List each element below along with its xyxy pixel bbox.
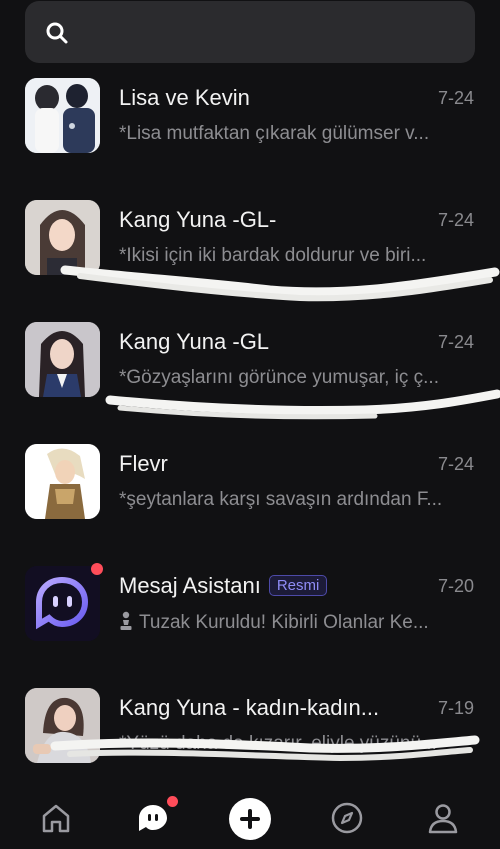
tab-explore[interactable] [329,800,365,836]
tab-home[interactable] [38,800,74,836]
assistant-logo-icon [25,566,100,641]
conversation-preview: *Ikisi için iki bardak doldurur ve biri.… [119,245,427,266]
conversation-date: 7-19 [437,698,474,718]
avatar [25,566,100,641]
conversation-name: Kang Yuna -GL- [119,207,277,232]
conversation-item[interactable]: Lisa ve Kevin 7-24 *Lisa mutfaktan çıkar… [0,78,500,188]
conversation-item[interactable]: Flevr 7-24 *şeytanlara karşı savaşın ard… [0,444,500,554]
avatar [25,444,100,519]
unread-dot [167,796,178,807]
explore-icon [331,802,363,834]
conversation-item[interactable]: Mesaj Asistanı Resmi 7-20 Tuzak Kuruldu! … [0,563,500,676]
search-icon [46,22,68,44]
chat-icon [139,805,167,831]
conversation-preview: *Yüzü daha da kızarır, eliyle yüzünü... [119,733,437,754]
tab-profile[interactable] [425,800,461,836]
profile-icon [428,804,458,834]
chess-pawn-icon [120,611,132,630]
avatar [25,200,100,275]
conversation-preview: *Gözyaşlarını görünce yumuşar, iç ç... [119,367,439,388]
conversation-item[interactable]: Kang Yuna -GL 7-24 *Gözyaşlarını görünce… [0,322,500,432]
conversation-preview: Tuzak Kuruldu! Kibirli Olanlar Ke... [119,611,469,634]
bottom-tab-bar [0,790,500,849]
unread-dot [91,563,103,575]
conversation-name: Kang Yuna -GL [119,329,270,354]
tab-create[interactable] [229,798,271,840]
tab-chat[interactable] [135,800,171,836]
conversation-date: 7-24 [437,454,474,474]
avatar [25,78,100,153]
avatar [25,322,100,397]
conversation-date: 7-24 [437,210,474,230]
conversation-item[interactable]: Kang Yuna -GL- 7-24 *Ikisi için iki bard… [0,200,500,310]
conversation-date: 7-20 [437,576,474,596]
conversation-date: 7-24 [437,332,474,352]
conversation-name: Mesaj Asistanı Resmi [119,573,328,599]
avatar [25,688,100,763]
official-badge: Resmi [268,575,328,596]
home-icon [42,804,70,833]
conversation-name: Kang Yuna - kadın-kadın... [119,695,380,720]
conversation-name: Flevr [119,451,168,476]
create-icon [229,798,271,840]
search-bar[interactable] [25,1,475,63]
conversation-item[interactable]: Kang Yuna - kadın-kadın... 7-19 *Yüzü da… [0,688,500,798]
conversation-preview: *Lisa mutfaktan çıkarak gülümser v... [119,123,430,144]
conversation-name: Lisa ve Kevin [119,85,250,110]
conversation-preview: *şeytanlara karşı savaşın ardından F... [119,489,443,510]
conversation-date: 7-24 [437,88,474,108]
